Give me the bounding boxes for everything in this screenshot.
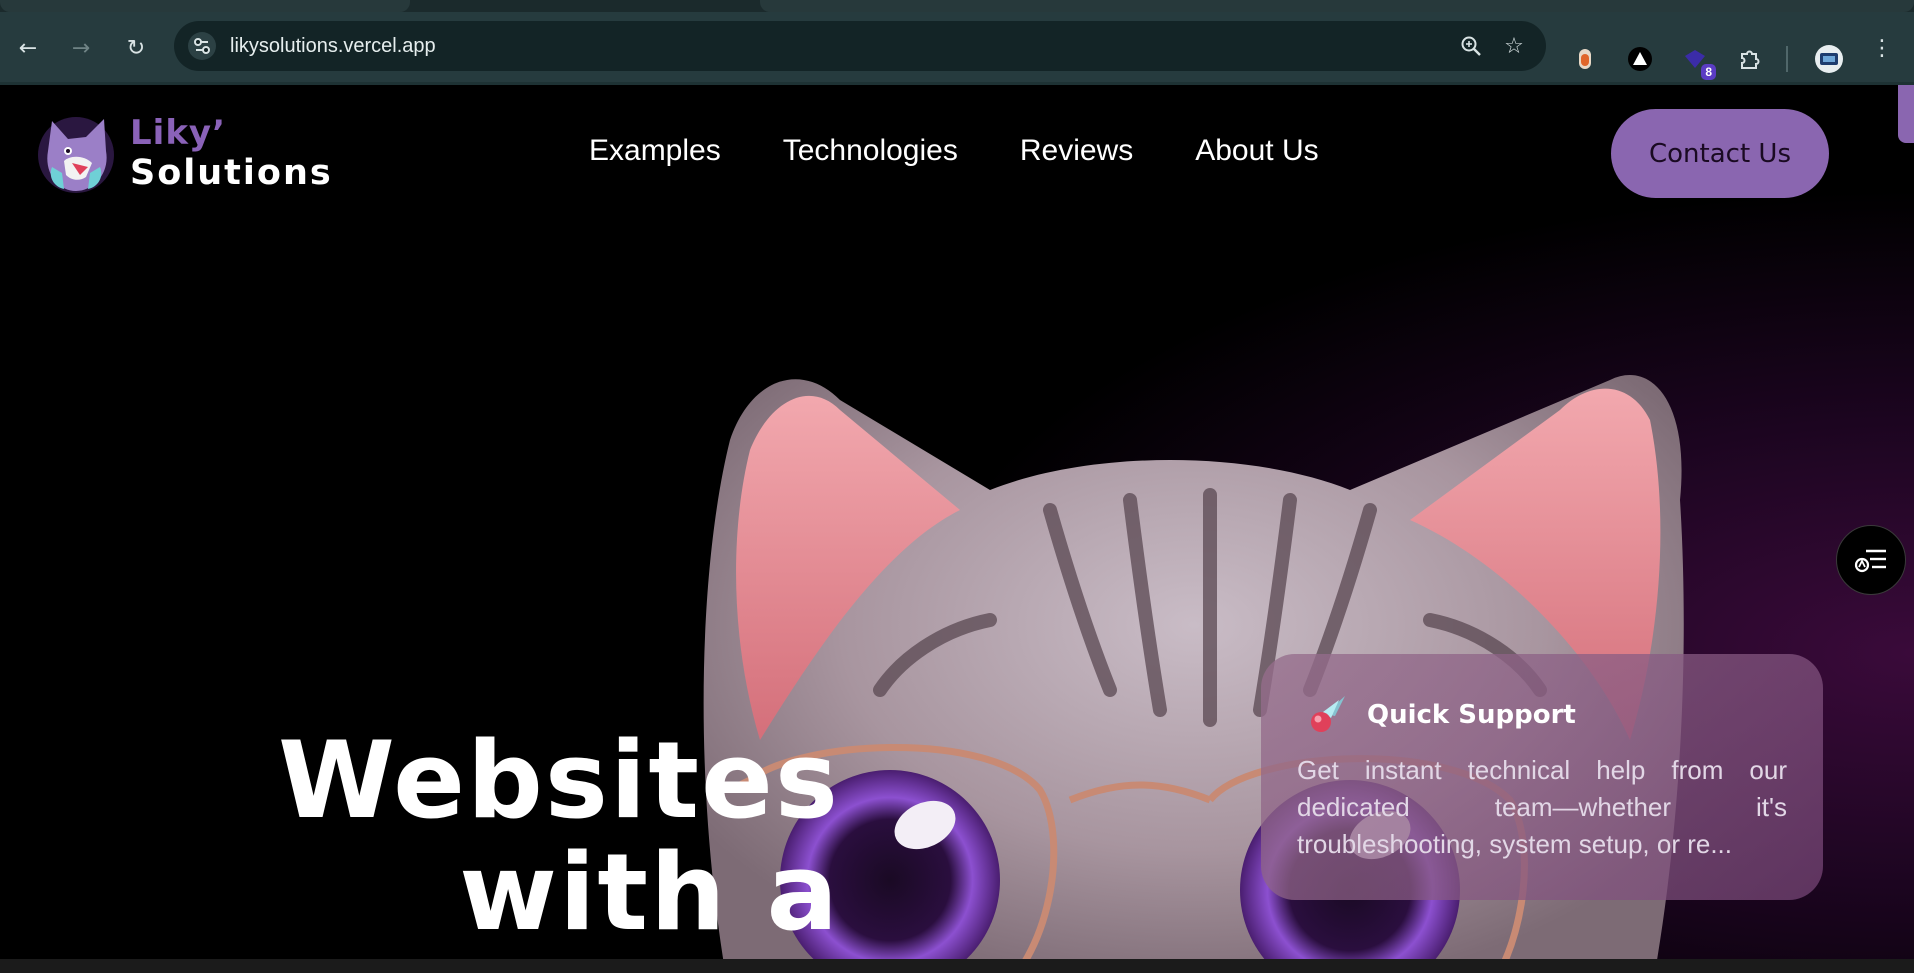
zoom-icon[interactable]: [1456, 31, 1486, 61]
nav-link-reviews[interactable]: Reviews: [1020, 134, 1133, 168]
hero-headline-line-1: Websites: [278, 719, 840, 842]
extension-icon-2[interactable]: [1627, 46, 1653, 72]
scrollbar-thumb[interactable]: [1898, 85, 1914, 143]
cat-logo-icon: [38, 117, 114, 193]
comet-icon: [1311, 696, 1345, 732]
support-card-description: Get instant technical help from our dedi…: [1297, 755, 1787, 859]
reload-button[interactable]: ↻: [122, 34, 150, 62]
hero-headline-line-2: with a: [459, 831, 840, 954]
nav-link-examples[interactable]: Examples: [589, 134, 721, 168]
url-text[interactable]: likysolutions.vercel.app: [230, 35, 436, 58]
webpage: Liky’ Solutions Examples Technologies Re…: [0, 85, 1914, 959]
back-button[interactable]: ←: [14, 34, 42, 62]
extension-icon-3[interactable]: 8: [1682, 46, 1716, 80]
logo-text-bottom: Solutions: [130, 153, 333, 193]
browser-tabstrip: [0, 0, 1914, 12]
hero-headline: Websites with a: [250, 725, 840, 949]
nav-link-technologies[interactable]: Technologies: [783, 134, 958, 168]
bottom-horizontal-scrollbar: [0, 959, 1914, 973]
site-info-icon[interactable]: [188, 32, 216, 60]
quick-support-card[interactable]: Quick Support Get instant technical help…: [1261, 654, 1823, 900]
browser-toolbar: ← → ↻ likysolutions.vercel.app ☆ 8 ⋮: [0, 12, 1914, 82]
toolbar-divider: [1786, 46, 1788, 72]
browser-tab[interactable]: [760, 0, 1914, 12]
site-logo[interactable]: Liky’ Solutions: [34, 109, 334, 199]
browser-tab-active[interactable]: [0, 0, 410, 12]
main-nav: Examples Technologies Reviews About Us: [589, 134, 1319, 168]
address-bar[interactable]: likysolutions.vercel.app ☆: [174, 21, 1546, 71]
extension-badge: 8: [1701, 64, 1716, 80]
profile-avatar[interactable]: [1814, 44, 1844, 74]
contact-us-button[interactable]: Contact Us: [1611, 109, 1829, 198]
extension-icon-1[interactable]: [1572, 46, 1598, 72]
support-card-title: Quick Support: [1367, 700, 1576, 730]
browser-menu-icon[interactable]: ⋮: [1868, 34, 1896, 62]
bookmark-star-icon[interactable]: ☆: [1499, 31, 1529, 61]
forward-button[interactable]: →: [67, 34, 95, 62]
table-of-contents-button[interactable]: [1836, 525, 1906, 595]
logo-text-top: Liky’: [130, 113, 227, 153]
extensions-puzzle-icon[interactable]: [1736, 46, 1762, 72]
list-icon: [1854, 549, 1886, 573]
nav-link-about-us[interactable]: About Us: [1195, 134, 1318, 168]
